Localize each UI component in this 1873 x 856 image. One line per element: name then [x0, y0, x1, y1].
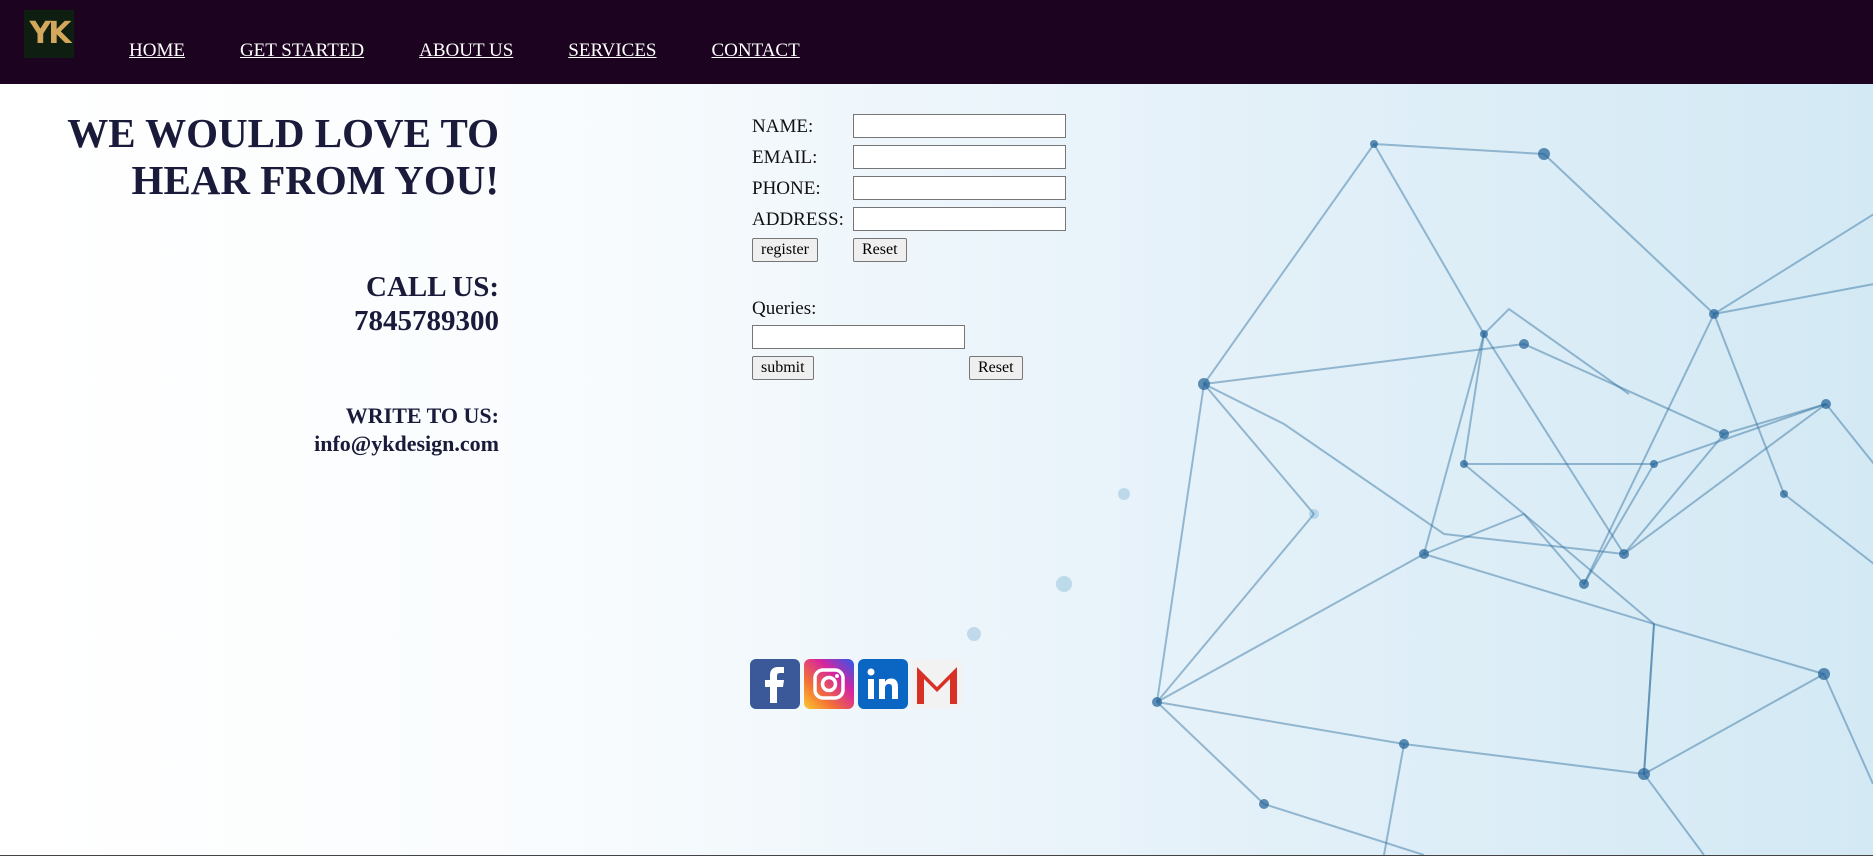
headline-line-1: WE WOULD LOVE TO	[67, 110, 499, 156]
phone-number: 7845789300	[354, 305, 499, 337]
phone-input[interactable]	[853, 176, 1066, 200]
contact-info: WE WOULD LOVE TO HEAR FROM YOU! CALL US:…	[59, 110, 499, 458]
email-label: EMAIL:	[752, 147, 818, 168]
headline-line-2: HEAR FROM YOU!	[131, 157, 499, 203]
nav-link-about-us[interactable]: ABOUT US	[419, 40, 513, 62]
queries-reset-button[interactable]: Reset	[969, 356, 1023, 380]
page-headline: WE WOULD LOVE TO HEAR FROM YOU!	[59, 110, 499, 204]
nav-link-home[interactable]: HOME	[129, 40, 185, 62]
name-label: NAME:	[752, 116, 814, 137]
queries-label: Queries:	[752, 298, 817, 319]
gmail-icon[interactable]	[912, 659, 962, 709]
nav-links: HOME GET STARTED ABOUT US SERVICES CONTA…	[129, 40, 855, 62]
instagram-icon[interactable]	[804, 659, 854, 709]
linkedin-icon[interactable]	[858, 659, 908, 709]
top-navbar: YK HOME GET STARTED ABOUT US SERVICES CO…	[0, 0, 1873, 84]
yk-logo[interactable]: YK	[24, 10, 74, 58]
nav-link-services[interactable]: SERVICES	[568, 40, 656, 62]
register-button[interactable]: register	[752, 238, 818, 262]
address-label: ADDRESS:	[752, 209, 844, 230]
email-input[interactable]	[853, 145, 1066, 169]
register-reset-button[interactable]: Reset	[853, 238, 907, 262]
name-input[interactable]	[853, 114, 1066, 138]
facebook-icon[interactable]	[750, 659, 800, 709]
submit-button[interactable]: submit	[752, 356, 814, 380]
address-input[interactable]	[853, 207, 1066, 231]
write-to-us-label: WRITE TO US:	[345, 403, 499, 428]
call-us-block: CALL US: 7845789300	[59, 270, 499, 338]
queries-input[interactable]	[752, 325, 965, 349]
call-us-label: CALL US:	[366, 271, 499, 303]
nav-link-get-started[interactable]: GET STARTED	[240, 40, 364, 62]
nav-link-contact[interactable]: CONTACT	[712, 40, 800, 62]
write-to-us-block: WRITE TO US: info@ykdesign.com	[59, 402, 499, 458]
email-address: info@ykdesign.com	[314, 431, 499, 456]
phone-label: PHONE:	[752, 178, 821, 199]
